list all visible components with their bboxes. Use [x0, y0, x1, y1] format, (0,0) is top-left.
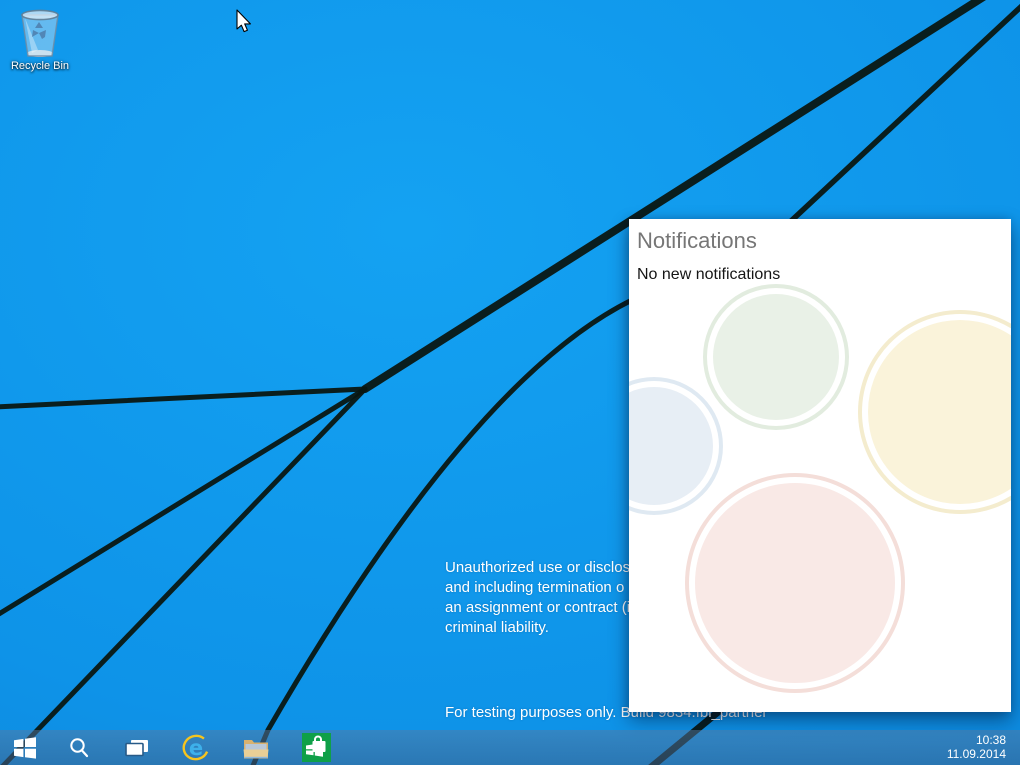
clock-time: 10:38: [926, 733, 1006, 747]
store-button[interactable]: [296, 730, 336, 765]
start-button[interactable]: [6, 730, 44, 765]
windows-logo-icon: [13, 736, 37, 760]
watermark-circle-yellow: [868, 320, 1011, 504]
desktop-screen: Recycle Bin Unauthorized use or disclosu…: [0, 0, 1020, 765]
svg-text:e: e: [189, 736, 203, 760]
task-view-icon: [125, 738, 149, 758]
tray-clock[interactable]: 10:38 11.09.2014: [926, 733, 1006, 761]
file-explorer-button[interactable]: [237, 730, 275, 765]
watermark-circle-blue: [629, 387, 713, 505]
recycle-bin-label: Recycle Bin: [2, 60, 78, 72]
watermark-line: Unauthorized use or disclosu: [445, 558, 638, 578]
search-icon: [68, 737, 90, 759]
watermark-line: criminal liability.: [445, 618, 638, 638]
recycle-bin-icon[interactable]: Recycle Bin: [8, 6, 72, 78]
internet-explorer-icon: e: [181, 733, 211, 763]
recycle-bin-glyph: [8, 6, 72, 60]
task-view-button[interactable]: [118, 730, 156, 765]
store-bag-icon: [302, 733, 331, 762]
watermark-circle-green: [713, 294, 839, 420]
clock-date: 11.09.2014: [926, 747, 1006, 761]
notification-empty-message: No new notifications: [637, 266, 780, 284]
folder-icon: [243, 737, 269, 759]
taskbar: e: [0, 730, 1020, 765]
watermark-line: an assignment or contract (i: [445, 598, 638, 618]
watermark-circle-pink: [695, 483, 895, 683]
search-button[interactable]: [60, 730, 98, 765]
confidential-watermark: Unauthorized use or disclosu and includi…: [445, 558, 638, 638]
watermark-line: and including termination o: [445, 578, 638, 598]
internet-explorer-button[interactable]: e: [177, 730, 215, 765]
mouse-cursor: [235, 9, 253, 35]
notification-panel: Notifications No new notifications: [629, 219, 1011, 712]
notification-panel-title: Notifications: [637, 228, 757, 254]
